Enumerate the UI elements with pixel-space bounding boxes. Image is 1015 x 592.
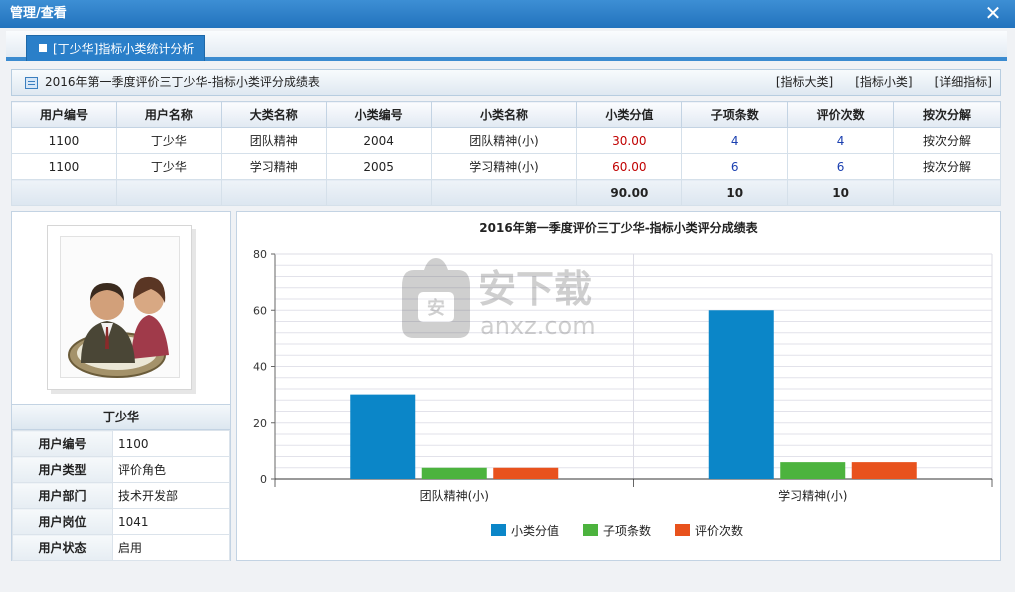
col-header: 小类编号 — [325, 101, 432, 128]
bar — [493, 467, 559, 479]
col-header: 子项条数 — [681, 101, 789, 128]
field-label: 用户岗位 — [12, 508, 113, 535]
table-row[interactable]: 1100 丁少华 团队精神 2004 团队精神(小) 30.00 4 4 按次分… — [11, 127, 1001, 154]
cell-minor-name: 团队精神(小) — [430, 127, 578, 154]
profile-info-table: 用户编号 1100 用户类型 评价角色 用户部门 技术开发部 用户岗位 1041 用户状… — [12, 430, 230, 561]
legend-label: 小类分值 — [511, 523, 559, 538]
bar-chart: 2016年第一季度评价三丁少华-指标小类评分成绩表 0 20 40 60 80 团队精神(小… — [253, 220, 993, 538]
field-label: 用户状态 — [12, 534, 113, 561]
tab-strip: [丁少华]指标小类统计分析 — [6, 31, 1007, 61]
table-header-row: 用户编号 用户名称 大类名称 小类编号 小类名称 小类分值 子项条数 评价次数 … — [11, 101, 1001, 128]
field-value: 评价角色 — [112, 456, 230, 483]
profile-row: 用户岗位 1041 — [12, 508, 230, 535]
cell-user-id: 1100 — [11, 153, 117, 180]
user-profile-panel: 丁少华 用户编号 1100 用户类型 评价角色 用户部门 技术开发部 用户岗位 1041… — [11, 211, 231, 561]
field-value: 启用 — [112, 534, 230, 561]
x-tick-label: 团队精神(小) — [420, 488, 489, 503]
field-label: 用户编号 — [12, 430, 113, 457]
report-toolbar: 2016年第一季度评价三丁少华-指标小类评分成绩表 [指标大类] [指标小类] [详… — [11, 69, 1001, 96]
y-tick-label: 80 — [253, 248, 267, 261]
cell-score: 60.00 — [576, 153, 683, 180]
report-title: 2016年第一季度评价三丁少华-指标小类评分成绩表 — [45, 75, 320, 89]
breakdown-link[interactable]: 按次分解 — [893, 153, 1001, 180]
cell-minor-name: 学习精神(小) — [430, 153, 578, 180]
breakdown-link[interactable]: 按次分解 — [893, 127, 1001, 154]
cell-major-name: 团队精神 — [220, 127, 327, 154]
bar — [851, 462, 917, 479]
field-label: 用户类型 — [12, 456, 113, 483]
cell-user-id: 1100 — [11, 127, 117, 154]
cell-score: 30.00 — [576, 127, 683, 154]
tab-label: [丁少华]指标小类统计分析 — [53, 42, 195, 56]
legend-label: 评价次数 — [695, 523, 743, 538]
bar — [708, 310, 774, 479]
legend-swatch — [491, 524, 506, 536]
total-score: 90.00 — [576, 179, 683, 206]
users-icon — [68, 276, 169, 378]
table-row[interactable]: 1100 丁少华 学习精神 2005 学习精神(小) 60.00 6 6 按次分… — [11, 153, 1001, 180]
window-titlebar: 管理/查看 ✕ — [0, 0, 1015, 28]
table-total-row: 90.00 10 10 — [11, 179, 1001, 206]
cell-eval-count: 6 — [787, 153, 895, 180]
legend-swatch — [583, 524, 598, 536]
profile-row: 用户部门 技术开发部 — [12, 482, 230, 509]
bar — [780, 462, 846, 479]
legend-swatch — [675, 524, 690, 536]
col-header: 按次分解 — [893, 101, 1001, 128]
bar — [350, 394, 416, 479]
table-icon — [25, 77, 38, 89]
tab-statistics[interactable]: [丁少华]指标小类统计分析 — [26, 35, 206, 61]
total-items: 10 — [681, 179, 789, 206]
col-header: 用户名称 — [115, 101, 222, 128]
cell-eval-count: 4 — [787, 127, 895, 154]
chart-title: 2016年第一季度评价三丁少华-指标小类评分成绩表 — [479, 220, 758, 235]
close-icon[interactable]: ✕ — [983, 3, 1003, 23]
window-title: 管理/查看 — [10, 6, 67, 21]
cell-minor-id: 2004 — [325, 127, 432, 154]
col-header: 小类分值 — [576, 101, 683, 128]
field-value: 1041 — [112, 508, 230, 535]
bar — [421, 467, 487, 479]
legend-label: 子项条数 — [603, 523, 651, 538]
cell-minor-id: 2005 — [325, 153, 432, 180]
y-tick-label: 40 — [253, 361, 267, 374]
profile-row: 用户状态 启用 — [12, 534, 230, 561]
cell-item-count: 6 — [681, 153, 789, 180]
link-major-category[interactable]: [指标大类] — [776, 75, 833, 89]
cell-major-name: 学习精神 — [220, 153, 327, 180]
col-header: 评价次数 — [787, 101, 895, 128]
y-tick-label: 20 — [253, 417, 267, 430]
toolbar-links: [指标大类] [指标小类] [详细指标] — [754, 70, 992, 95]
link-detail-indicator[interactable]: [详细指标] — [935, 75, 992, 89]
cell-user-name: 丁少华 — [115, 127, 222, 154]
y-tick-label: 0 — [260, 473, 267, 486]
field-value: 技术开发部 — [112, 482, 230, 509]
col-header: 用户编号 — [11, 101, 117, 128]
score-table: 用户编号 用户名称 大类名称 小类编号 小类名称 小类分值 子项条数 评价次数 … — [11, 101, 1001, 206]
col-header: 大类名称 — [220, 101, 327, 128]
square-icon — [39, 44, 47, 52]
profile-row: 用户编号 1100 — [12, 430, 230, 457]
cell-user-name: 丁少华 — [115, 153, 222, 180]
y-tick-label: 60 — [253, 304, 267, 317]
profile-row: 用户类型 评价角色 — [12, 456, 230, 483]
field-value: 1100 — [112, 430, 230, 457]
x-tick-label: 学习精神(小) — [778, 488, 847, 503]
cell-item-count: 4 — [681, 127, 789, 154]
chart-panel: 2016年第一季度评价三丁少华-指标小类评分成绩表 0 20 40 60 80 团队精神(小… — [236, 211, 1001, 561]
col-header: 小类名称 — [430, 101, 578, 128]
link-minor-category[interactable]: [指标小类] — [855, 75, 912, 89]
profile-name: 丁少华 — [12, 404, 230, 430]
avatar — [47, 225, 192, 390]
total-evals: 10 — [787, 179, 895, 206]
field-label: 用户部门 — [12, 482, 113, 509]
